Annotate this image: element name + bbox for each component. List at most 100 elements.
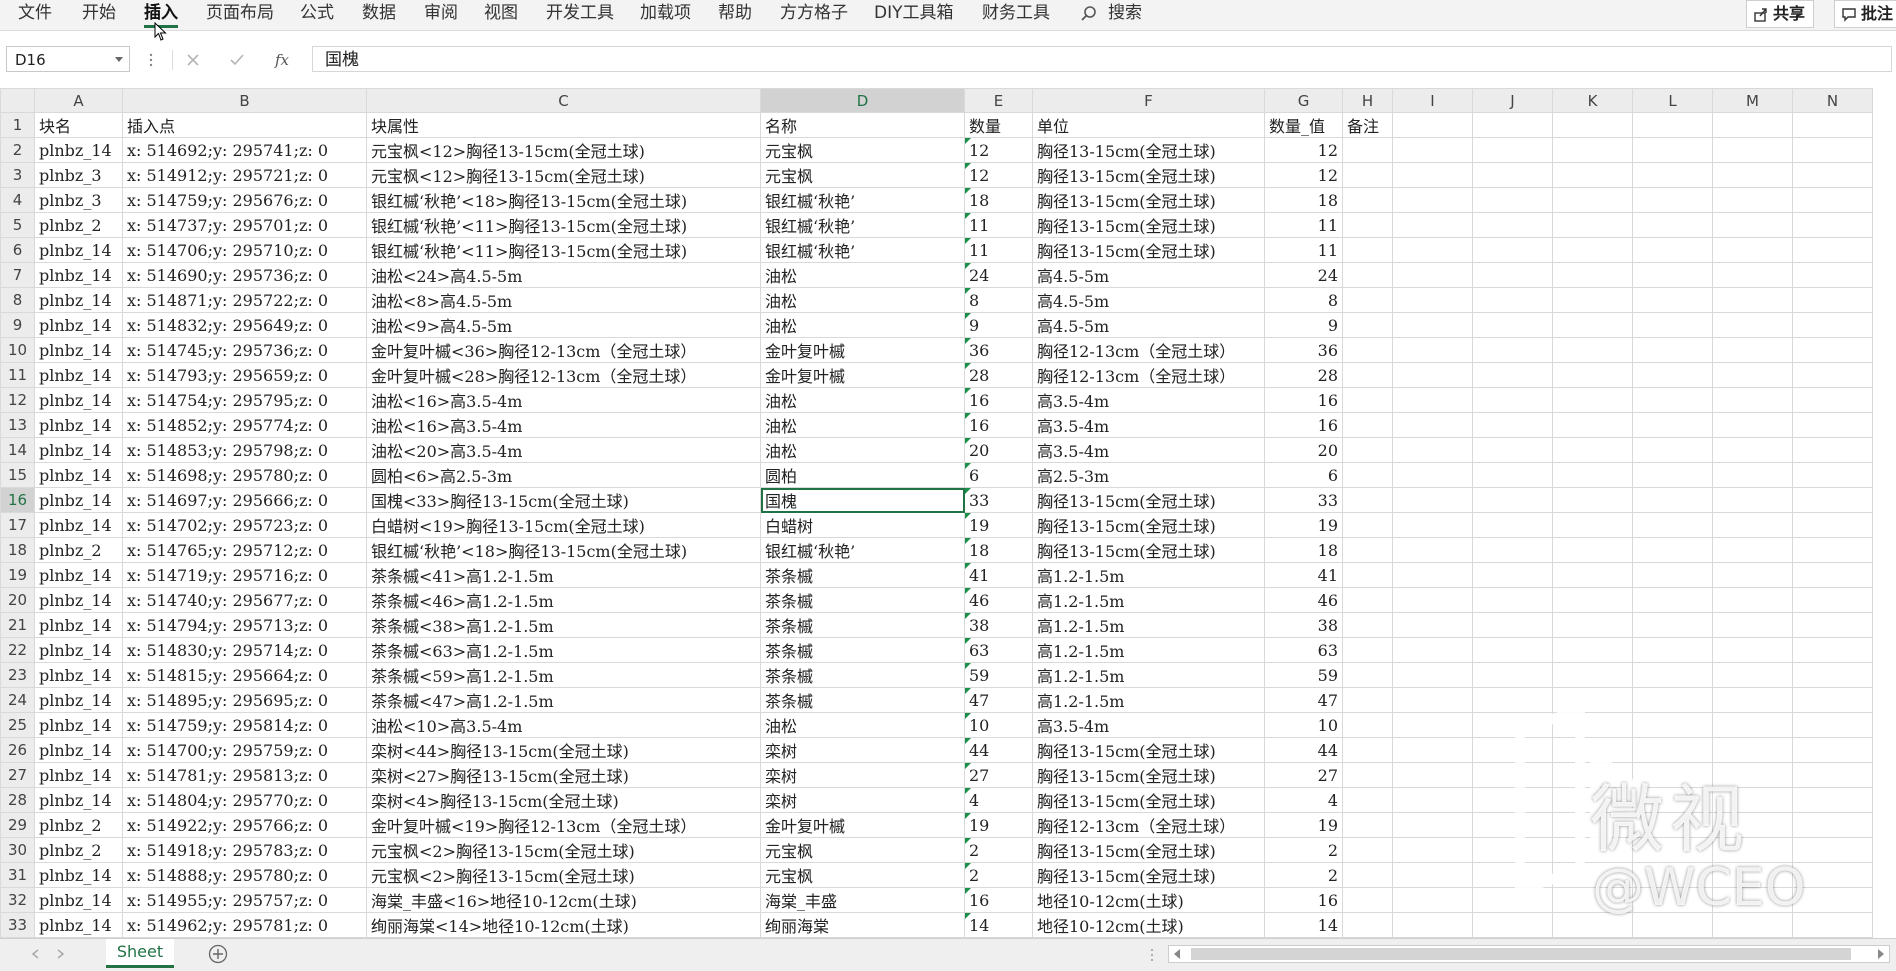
cell-l[interactable] (1632, 387, 1713, 413)
cell-a[interactable]: plnbz_14 (34, 737, 123, 763)
cell-c[interactable]: 油松<8>高4.5-5m (366, 287, 761, 313)
tab-data[interactable]: 数据 (362, 0, 396, 26)
cell-d[interactable]: 茶条槭 (760, 687, 965, 713)
cell-d[interactable]: 金叶复叶槭 (760, 812, 965, 838)
cell-n[interactable] (1792, 237, 1873, 263)
cell-a[interactable]: plnbz_14 (34, 787, 123, 813)
cell-d[interactable]: 栾树 (760, 737, 965, 763)
cell-d[interactable]: 元宝枫 (760, 862, 965, 888)
cell-i[interactable] (1392, 812, 1473, 838)
cell-g[interactable]: 6 (1264, 462, 1343, 488)
cell-c[interactable]: 油松<24>高4.5-5m (366, 262, 761, 288)
cell-j[interactable] (1472, 637, 1553, 663)
cell-l[interactable] (1632, 337, 1713, 363)
cell-m[interactable] (1712, 662, 1793, 688)
cell-h[interactable] (1342, 237, 1393, 263)
cell-f[interactable]: 高1.2-1.5m (1032, 587, 1265, 613)
cell-f[interactable]: 胸径13-15cm(全冠土球) (1032, 237, 1265, 263)
cell-b[interactable]: x: 514918;y: 295783;z: 0 (122, 837, 367, 863)
cell-c[interactable]: 茶条槭<59>高1.2-1.5m (366, 662, 761, 688)
cell-f[interactable]: 胸径12-13cm（全冠土球） (1032, 362, 1265, 388)
cell-h[interactable] (1342, 462, 1393, 488)
row-header[interactable]: 21 (0, 612, 35, 638)
cell-m[interactable] (1712, 287, 1793, 313)
cell-k[interactable] (1552, 412, 1633, 438)
cell-n[interactable] (1792, 637, 1873, 663)
cell-g[interactable]: 24 (1264, 262, 1343, 288)
cell-b[interactable]: x: 514759;y: 295814;z: 0 (122, 712, 367, 738)
cell-b[interactable]: x: 514895;y: 295695;z: 0 (122, 687, 367, 713)
row-header[interactable]: 15 (0, 462, 35, 488)
cell-d[interactable]: 油松 (760, 412, 965, 438)
cell-f[interactable]: 胸径13-15cm(全冠土球) (1032, 537, 1265, 563)
cell-b[interactable]: x: 514922;y: 295766;z: 0 (122, 812, 367, 838)
cell-c[interactable]: 元宝枫<12>胸径13-15cm(全冠土球) (366, 162, 761, 188)
cell-l[interactable] (1632, 712, 1713, 738)
cell-e[interactable]: 4 (964, 787, 1033, 813)
cell-b[interactable]: x: 514871;y: 295722;z: 0 (122, 287, 367, 313)
cell-c[interactable]: 油松<10>高3.5-4m (366, 712, 761, 738)
cell-d[interactable]: 名称 (760, 112, 965, 138)
cell-b[interactable]: x: 514912;y: 295721;z: 0 (122, 162, 367, 188)
cell-i[interactable] (1392, 262, 1473, 288)
cell-e[interactable]: 36 (964, 337, 1033, 363)
cell-a[interactable]: plnbz_2 (34, 212, 123, 238)
cell-n[interactable] (1792, 487, 1873, 513)
cell-g[interactable]: 36 (1264, 337, 1343, 363)
cell-d[interactable]: 油松 (760, 712, 965, 738)
cell-i[interactable] (1392, 862, 1473, 888)
cell-a[interactable]: plnbz_14 (34, 387, 123, 413)
cell-n[interactable] (1792, 162, 1873, 188)
cell-d[interactable]: 油松 (760, 387, 965, 413)
sheet-tab[interactable]: Sheet (106, 939, 174, 968)
cell-c[interactable]: 元宝枫<12>胸径13-15cm(全冠土球) (366, 137, 761, 163)
tab-file[interactable]: 文件 (18, 0, 52, 26)
cell-b[interactable]: x: 514830;y: 295714;z: 0 (122, 637, 367, 663)
cell-i[interactable] (1392, 137, 1473, 163)
cell-d[interactable]: 金叶复叶槭 (760, 362, 965, 388)
cell-b[interactable]: 插入点 (122, 112, 367, 138)
cell-c[interactable]: 银红槭‘秋艳’<18>胸径13-15cm(全冠土球) (366, 537, 761, 563)
cell-g[interactable]: 11 (1264, 212, 1343, 238)
cell-k[interactable] (1552, 537, 1633, 563)
cell-l[interactable] (1632, 212, 1713, 238)
cell-e[interactable]: 14 (964, 912, 1033, 938)
cell-i[interactable] (1392, 487, 1473, 513)
tabs-splitter-handle[interactable] (1150, 947, 1154, 963)
cell-h[interactable] (1342, 787, 1393, 813)
cell-a[interactable]: plnbz_14 (34, 887, 123, 913)
cell-n[interactable] (1792, 137, 1873, 163)
cell-n[interactable] (1792, 512, 1873, 538)
cell-i[interactable] (1392, 762, 1473, 788)
cell-h[interactable] (1342, 337, 1393, 363)
row-header[interactable]: 9 (0, 312, 35, 338)
cell-h[interactable] (1342, 312, 1393, 338)
cell-k[interactable] (1552, 687, 1633, 713)
row-header[interactable]: 32 (0, 887, 35, 913)
cell-c[interactable]: 金叶复叶槭<28>胸径12-13cm（全冠土球） (366, 362, 761, 388)
cell-n[interactable] (1792, 437, 1873, 463)
cell-n[interactable] (1792, 612, 1873, 638)
cell-l[interactable] (1632, 187, 1713, 213)
cell-m[interactable] (1712, 712, 1793, 738)
column-header-i[interactable]: I (1392, 88, 1473, 113)
cell-e[interactable]: 12 (964, 137, 1033, 163)
cell-b[interactable]: x: 514853;y: 295798;z: 0 (122, 437, 367, 463)
cell-c[interactable]: 白蜡树<19>胸径13-15cm(全冠土球) (366, 512, 761, 538)
cell-h[interactable] (1342, 487, 1393, 513)
cell-n[interactable] (1792, 262, 1873, 288)
cell-i[interactable] (1392, 387, 1473, 413)
cell-j[interactable] (1472, 137, 1553, 163)
cell-j[interactable] (1472, 662, 1553, 688)
cell-a[interactable]: plnbz_14 (34, 287, 123, 313)
column-header-l[interactable]: L (1632, 88, 1713, 113)
cell-m[interactable] (1712, 687, 1793, 713)
cell-n[interactable] (1792, 712, 1873, 738)
cell-h[interactable] (1342, 612, 1393, 638)
cell-c[interactable]: 绚丽海棠<14>地径10-12cm(土球) (366, 912, 761, 938)
cell-k[interactable] (1552, 262, 1633, 288)
cell-c[interactable]: 茶条槭<41>高1.2-1.5m (366, 562, 761, 588)
cell-n[interactable] (1792, 187, 1873, 213)
cell-d[interactable]: 茶条槭 (760, 662, 965, 688)
cell-j[interactable] (1472, 912, 1553, 938)
